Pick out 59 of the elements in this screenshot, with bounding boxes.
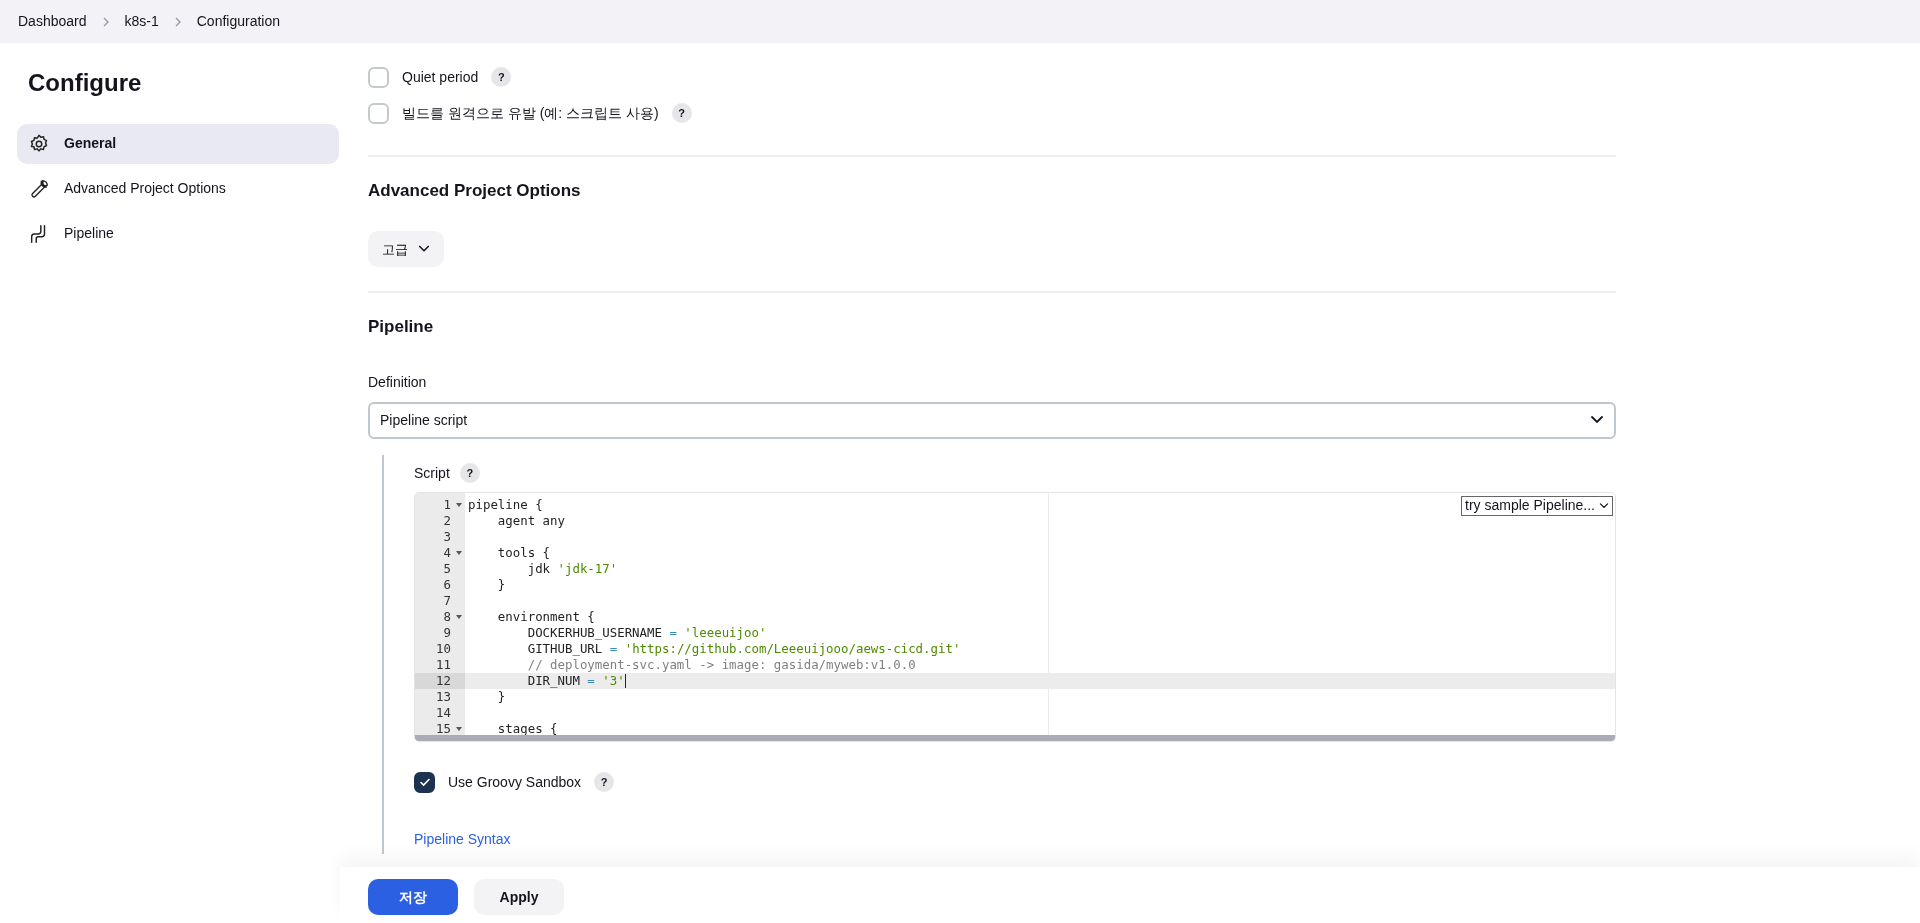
- field-label: Definition: [368, 372, 428, 392]
- code-line: pipeline {: [467, 496, 543, 513]
- page-title: Configure: [28, 69, 143, 98]
- line-number: 15: [415, 720, 465, 737]
- fold-arrow-icon: [456, 550, 462, 556]
- checkmark-icon: [418, 776, 431, 789]
- fold-arrow-icon: [456, 726, 462, 732]
- help-button[interactable]: ?: [594, 772, 615, 793]
- sidebar-item[interactable]: Pipeline: [17, 213, 339, 254]
- checkbox-label: Quiet period: [402, 67, 479, 87]
- field-label: Script: [414, 463, 450, 483]
- code-line: tools {: [496, 544, 551, 561]
- checkbox-label: Use Groovy Sandbox: [448, 772, 582, 792]
- code-line: agent any: [496, 512, 565, 529]
- code-line: jdk 'jdk-17': [526, 560, 618, 577]
- fold-arrow-icon: [456, 502, 462, 508]
- wrench-icon: [28, 177, 50, 200]
- line-number: 3: [442, 528, 452, 545]
- line-number: 13: [435, 688, 452, 705]
- code-line: GITHUB_URL = 'https://github.com/Leeeuijooo/aews-cicd.git': [526, 640, 961, 657]
- line-number: 6: [442, 576, 452, 593]
- line-number: 9: [442, 624, 452, 641]
- checkbox[interactable]: [414, 771, 435, 793]
- line-number: 2: [442, 512, 452, 529]
- code-line: DOCKERHUB_USERNAME = 'leeeuijoo': [526, 624, 767, 641]
- line-number: 10: [435, 640, 452, 657]
- help-button[interactable]: ?: [459, 463, 480, 484]
- sidebar-item[interactable]: General: [17, 123, 339, 164]
- fold-arrow-icon: [456, 614, 462, 620]
- sidebar-item[interactable]: Advanced Project Options: [17, 168, 339, 209]
- line-number: 11: [435, 656, 452, 673]
- apply-button[interactable]: Apply: [474, 879, 564, 915]
- breadcrumb-link[interactable]: Configuration: [196, 11, 280, 32]
- section-heading: Pipeline: [368, 317, 435, 338]
- code-line: stages {: [496, 720, 558, 737]
- pipeline-syntax-link[interactable]: Pipeline Syntax: [414, 828, 511, 854]
- chevron-down-icon: [1599, 500, 1609, 511]
- line-number: 8: [415, 608, 465, 625]
- advanced-button[interactable]: 고급: [368, 231, 444, 268]
- line-number: 5: [442, 560, 452, 577]
- breadcrumb-link[interactable]: Dashboard: [18, 11, 87, 32]
- sample-dropdown[interactable]: try sample Pipeline...: [1461, 495, 1613, 516]
- code-line: }: [496, 688, 506, 705]
- checkbox-label: 빌드를 원격으로 유발 (예: 스크립트 사용): [402, 103, 659, 123]
- breadcrumb-link[interactable]: k8s-1: [124, 11, 159, 32]
- code-line: environment {: [496, 608, 595, 625]
- line-number: 4: [415, 544, 465, 561]
- code-line: DIR_NUM = '3': [526, 672, 626, 689]
- line-number: 14: [435, 704, 452, 721]
- help-button[interactable]: ?: [491, 67, 512, 87]
- definition-dropdown[interactable]: Pipeline script: [368, 401, 1616, 439]
- code-line: }: [496, 576, 506, 593]
- line-number: 1: [415, 496, 465, 513]
- save-button[interactable]: 저장: [368, 879, 458, 915]
- line-number: 7: [442, 592, 452, 609]
- section-heading: Advanced Project Options: [368, 181, 582, 202]
- code-editor[interactable]: [414, 491, 1616, 742]
- help-button[interactable]: ?: [671, 103, 692, 123]
- code-line: // deployment-svc.yaml -> image: gasida/myweb:v1.0.0: [526, 656, 916, 673]
